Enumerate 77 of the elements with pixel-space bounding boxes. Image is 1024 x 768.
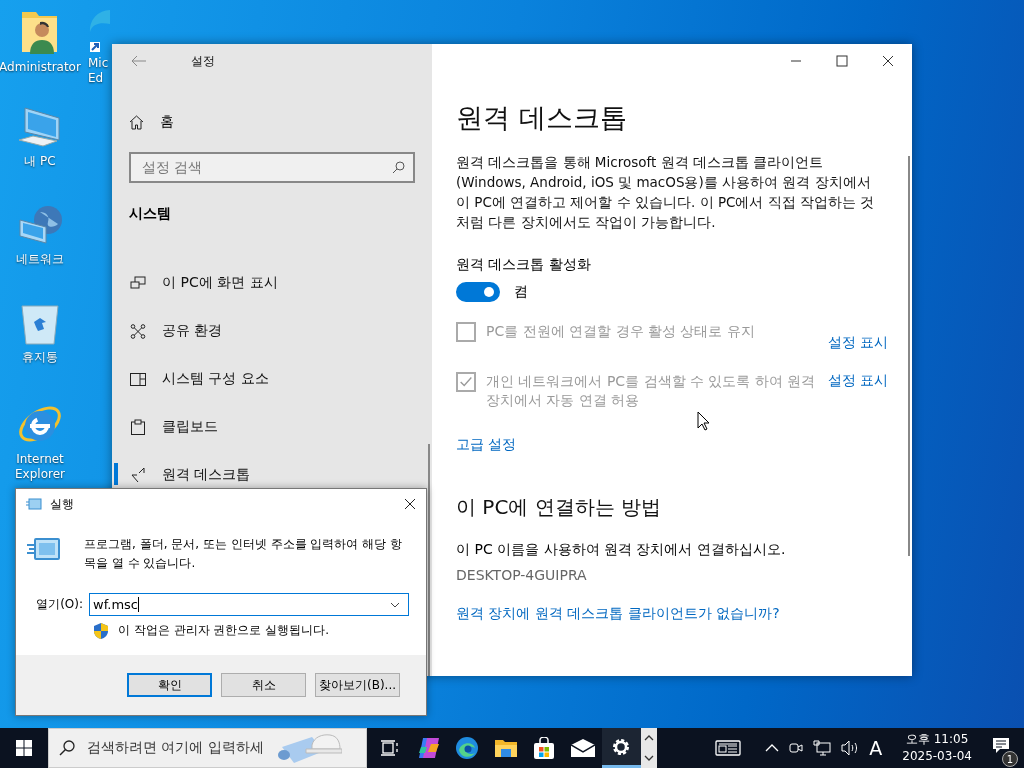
page-title: 원격 데스크톱 [456, 101, 628, 135]
home-icon [129, 114, 144, 130]
description-text: 원격 데스크톱을 통해 Microsoft 원격 데스크톱 클라이언트 (Windows, Android, iOS 및 macOS용)를 사용하여 원격 장치에서 이 PC에 연결하고 제어할 수 있습니다. 이 PC에서 직접 작업하는 것처럼 다른 장치에서도 작업이 가능합니다. [456, 153, 876, 232]
remote-arrows-icon [130, 467, 146, 483]
section-heading: 시스템 [129, 205, 172, 223]
notification-icon[interactable] [992, 737, 1010, 755]
camera-icon[interactable] [789, 740, 804, 756]
open-label: 열기(O): [35, 596, 83, 613]
taskbar-app[interactable] [602, 728, 641, 768]
section-heading: 이 PC에 연결하는 방법 [456, 494, 663, 521]
advanced-settings-link[interactable]: 고급 설정 [456, 436, 517, 454]
client-help-link[interactable]: 원격 장치에 원격 데스크톱 클라이언트가 없습니까? [456, 605, 780, 623]
nav-item[interactable]: 시스템 구성 요소 [112, 355, 432, 403]
panel-icon [130, 372, 146, 386]
run-app-icon [27, 537, 61, 563]
close-icon[interactable] [404, 498, 416, 510]
search-field[interactable]: 설정 검색 [129, 152, 415, 183]
window-title: 설정 [191, 52, 215, 70]
edge-icon [455, 736, 480, 760]
projector-screen-icon [130, 276, 146, 290]
run-app-icon [26, 498, 42, 510]
pc-name: DESKTOP-4GUIPRA [456, 567, 588, 583]
task-view-icon [381, 740, 400, 756]
recycle-bin-icon[interactable] [20, 302, 60, 346]
clock[interactable]: 오후 11:05 2025-03-04 [902, 731, 972, 765]
desktop-icon-label: 네트워크 [16, 252, 64, 267]
taskbar-search-field[interactable]: 검색하려면 여기에 입력하세 [48, 728, 367, 768]
mouse-pointer-icon [697, 411, 709, 431]
clipboard-icon [130, 419, 146, 435]
dialog-button[interactable]: 찾아보기(B)... [315, 673, 400, 697]
open-combobox[interactable]: wf.msc [89, 593, 409, 616]
dialog-button[interactable]: 확인 [127, 673, 212, 697]
volume-icon[interactable] [841, 740, 860, 756]
desktop-icon-label: Internet Explorer [15, 452, 65, 482]
settings-icon [611, 736, 632, 757]
blueprint-hardhat-icon [275, 731, 342, 765]
close-icon[interactable] [882, 55, 894, 67]
nav-item[interactable]: 이 PC에 화면 표시 [112, 259, 432, 307]
home-link[interactable]: 홈 [129, 108, 174, 136]
computer-icon[interactable] [17, 106, 63, 150]
copilot-icon [416, 737, 441, 759]
nav-item[interactable]: 원격 데스크톱 [112, 451, 432, 499]
store-bag-icon [534, 737, 555, 759]
desktop-icon-label: 휴지통 [22, 350, 58, 365]
instruction-text: 이 PC 이름을 사용하여 원격 장치에서 연결하십시오. [456, 541, 787, 559]
dialog-button[interactable]: 취소 [221, 673, 306, 697]
desktop-icon-label: 내 PC [24, 154, 56, 169]
nav-item[interactable]: 공유 환경 [112, 307, 432, 355]
dialog-title: 실행 [50, 495, 74, 513]
shield-icon [94, 622, 108, 639]
input-mode-indicator[interactable]: A [869, 737, 883, 759]
edge-shortcut-icon[interactable] [88, 8, 110, 52]
notification-badge: 1 [1002, 751, 1018, 767]
chevron-up-icon[interactable] [765, 744, 780, 752]
search-icon [59, 740, 75, 756]
scrollbar[interactable] [428, 444, 430, 676]
folder-icon [494, 739, 517, 757]
toggle-state: 켬 [514, 283, 528, 301]
checkbox-label: 개인 네트워크에서 PC를 검색할 수 있도록 하여 원격 장치에서 자동 연결 허용 [486, 372, 817, 410]
mail-envelope-icon [570, 739, 595, 757]
news-icon[interactable] [715, 740, 742, 756]
search-icon [392, 161, 405, 174]
start-windows-icon[interactable] [16, 740, 32, 756]
dropdown-caret-icon[interactable] [390, 601, 400, 608]
toggle-label: 원격 데스크톱 활성화 [456, 256, 592, 274]
admin-note: 이 작업은 관리자 권한으로 실행됩니다. [118, 622, 330, 639]
scrollbar[interactable] [908, 156, 910, 556]
desktop-icon-label: Administrator [0, 60, 81, 75]
network-monitor-icon[interactable] [813, 740, 832, 756]
checkbox-label: PC를 전원에 연결할 경우 활성 상태로 유지 [486, 322, 756, 341]
desktop-icon-label: Mic Ed [88, 56, 109, 86]
back-arrow-icon[interactable] [131, 55, 147, 67]
maximize-icon[interactable] [836, 55, 848, 67]
nav-item[interactable]: 클립보드 [112, 403, 432, 451]
dialog-description: 프로그램, 폴더, 문서, 또는 인터넷 주소를 입력하여 해당 항목을 열 수 있습니다. [84, 536, 403, 572]
toggle-switch[interactable] [456, 282, 500, 302]
share-nodes-icon [130, 323, 146, 339]
